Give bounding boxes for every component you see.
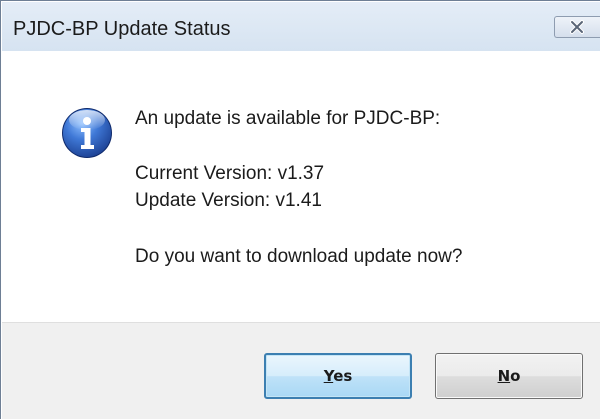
- title-bar[interactable]: PJDC-BP Update Status: [2, 2, 600, 51]
- yes-button[interactable]: Yes: [264, 353, 412, 399]
- info-icon: [62, 108, 112, 158]
- download-question-text: Do you want to download update now?: [135, 246, 463, 267]
- yes-label: Yes: [323, 367, 353, 385]
- button-bar: Yes No: [2, 322, 600, 419]
- update-available-text: An update is available for PJDC-BP:: [135, 108, 441, 129]
- update-status-dialog: PJDC-BP Update Status An update is avail…: [0, 0, 600, 419]
- yes-mnemonic: Y: [323, 367, 334, 385]
- close-icon: [570, 20, 584, 34]
- update-version-text: Update Version: v1.41: [135, 190, 322, 211]
- no-label: No: [497, 367, 521, 385]
- current-version-text: Current Version: v1.37: [135, 163, 325, 184]
- no-button[interactable]: No: [435, 353, 583, 399]
- message-area: An update is available for PJDC-BP: Curr…: [2, 51, 600, 322]
- dialog-title: PJDC-BP Update Status: [13, 18, 231, 40]
- no-mnemonic: N: [497, 367, 511, 385]
- close-button[interactable]: [554, 16, 600, 38]
